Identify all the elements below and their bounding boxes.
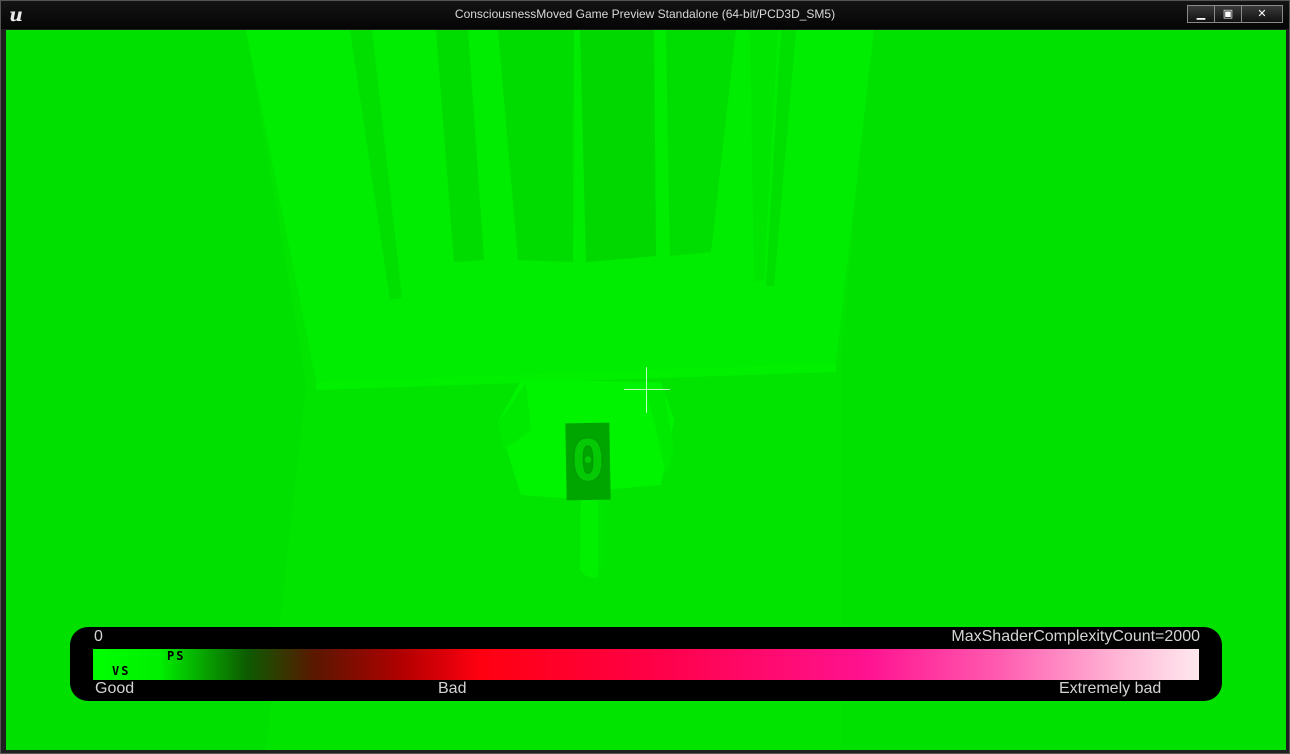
close-icon: ✕ bbox=[1257, 7, 1267, 20]
legend-label-good: Good bbox=[95, 680, 135, 697]
legend-max-label: MaxShaderComplexityCount=2000 bbox=[951, 628, 1200, 645]
legend-label-extremely-bad: Extremely bad bbox=[1059, 680, 1162, 697]
maximize-icon: ▣ bbox=[1222, 7, 1234, 20]
window-controls: ▁ ▣ ✕ bbox=[1187, 5, 1283, 23]
window-title: ConsciousnessMoved Game Preview Standalo… bbox=[454, 7, 836, 21]
close-button[interactable]: ✕ bbox=[1241, 5, 1283, 23]
minimize-icon: ▁ bbox=[1196, 7, 1206, 20]
crosshair-vertical bbox=[646, 367, 647, 413]
ceiling-pillar-4 bbox=[580, 30, 656, 262]
legend-label-bad: Bad bbox=[438, 680, 467, 697]
crosshair-horizontal bbox=[624, 389, 670, 390]
game-window: u ConsciousnessMoved Game Preview Standa… bbox=[0, 0, 1290, 754]
score-display: 0 bbox=[565, 422, 611, 501]
shader-complexity-legend: 0 MaxShaderComplexityCount=2000 PS VS Go… bbox=[70, 627, 1222, 701]
crosshair-icon bbox=[624, 367, 670, 413]
game-viewport[interactable]: 0 0 MaxShaderComplexityCount=2000 PS VS … bbox=[6, 30, 1286, 750]
maximize-button[interactable]: ▣ bbox=[1214, 5, 1242, 23]
legend-min-value: 0 bbox=[94, 628, 103, 645]
title-bar[interactable]: u ConsciousnessMoved Game Preview Standa… bbox=[1, 1, 1289, 29]
pixel-shader-marker: PS bbox=[167, 649, 186, 663]
complexity-gradient-bar: PS VS bbox=[93, 649, 1199, 680]
character-leg-shadow bbox=[598, 498, 606, 576]
vertex-shader-marker: VS bbox=[112, 664, 131, 678]
minimize-button[interactable]: ▁ bbox=[1187, 5, 1215, 23]
